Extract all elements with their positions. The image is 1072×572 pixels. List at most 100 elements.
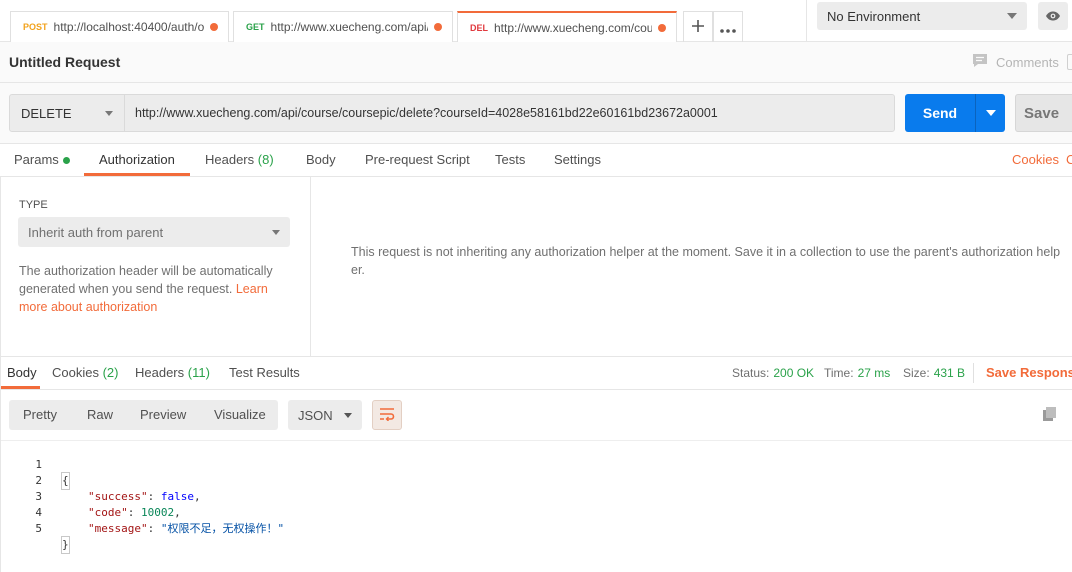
tab-method-label: GET xyxy=(246,22,265,32)
response-status: Status: 200 OK xyxy=(732,366,814,380)
copy-response-button[interactable] xyxy=(1041,405,1059,426)
tab-url-label: http://localhost:40400/auth/o… xyxy=(53,20,204,34)
code-line: 3 "code": 10002, xyxy=(0,473,180,519)
view-visualize-button[interactable]: Visualize xyxy=(214,407,266,422)
json-key: "code" xyxy=(88,506,128,519)
code-text: "success": false, xyxy=(88,490,201,503)
tab-label: Params xyxy=(14,152,59,167)
request-tab-delete[interactable]: DEL http://www.xuecheng.com/cou… xyxy=(457,11,677,42)
authorization-panel: TYPE Inherit auth from parent The author… xyxy=(0,177,1072,357)
send-options-button[interactable] xyxy=(975,94,1005,132)
response-toolbar: Pretty Raw Preview Visualize JSON xyxy=(0,390,1072,440)
code-brace: } xyxy=(61,536,70,554)
tab-url-label: http://www.xuecheng.com/cou… xyxy=(494,20,652,35)
environment-label: No Environment xyxy=(827,8,921,24)
code-line: 1 { xyxy=(0,441,70,490)
auth-type-select[interactable]: Inherit auth from parent xyxy=(18,217,290,247)
line-number: 5 xyxy=(35,522,42,535)
status-label: Status: xyxy=(732,366,770,380)
comment-icon xyxy=(972,53,988,71)
json-key: "success" xyxy=(88,490,148,503)
code-brace: { xyxy=(61,472,70,490)
tab-response-cookies[interactable]: Cookies (2) xyxy=(52,365,118,380)
tab-url-label: http://www.xuecheng.com/api/… xyxy=(270,20,428,34)
tab-method-label: POST xyxy=(23,22,48,32)
wrap-lines-button[interactable] xyxy=(372,400,402,430)
response-tabs: Body Cookies (2) Headers (11) Test Resul… xyxy=(0,357,1072,390)
tab-count: (11) xyxy=(187,365,210,380)
wrap-lines-icon xyxy=(379,407,395,424)
json-key: "message" xyxy=(88,522,148,535)
status-value[interactable]: 200 OK xyxy=(773,366,814,380)
json-value: "权限不足，无权操作！" xyxy=(160,522,285,535)
time-value[interactable]: 27 ms xyxy=(858,366,891,380)
request-config-tabs: Params Authorization Headers (8) Body Pr… xyxy=(0,144,1072,177)
tabbar-divider xyxy=(806,0,807,42)
tab-response-body[interactable]: Body xyxy=(7,365,37,380)
size-label: Size: xyxy=(903,366,930,380)
view-preview-button[interactable]: Preview xyxy=(140,407,186,422)
tab-count: (2) xyxy=(102,365,119,380)
response-format-value: JSON xyxy=(298,407,333,423)
active-tab-indicator xyxy=(0,386,40,389)
tab-tests[interactable]: Tests xyxy=(495,152,525,167)
more-tabs-button[interactable] xyxy=(713,11,743,42)
chevron-down-icon xyxy=(272,229,280,235)
request-tab-get[interactable]: GET http://www.xuecheng.com/api/… xyxy=(233,11,453,42)
url-input[interactable] xyxy=(124,94,895,132)
time-label: Time: xyxy=(824,366,854,380)
comments-label: Comments xyxy=(996,54,1059,70)
save-button[interactable]: Save xyxy=(1015,94,1072,132)
response-time: Time: 27 ms xyxy=(824,366,890,380)
status-divider xyxy=(973,363,974,383)
url-row: DELETE Send Save xyxy=(0,83,1072,144)
unsaved-dot-icon xyxy=(434,23,442,31)
tab-authorization[interactable]: Authorization xyxy=(99,152,175,167)
code-text: "code": 10002, xyxy=(88,506,181,519)
request-tab-post[interactable]: POST http://localhost:40400/auth/o… xyxy=(10,11,229,42)
size-value[interactable]: 431 B xyxy=(934,366,965,380)
auth-inherit-message: This request is not inheriting any autho… xyxy=(351,245,1061,277)
tab-method-label: DEL xyxy=(470,22,488,33)
active-tab-indicator xyxy=(84,173,190,176)
code-text: "message": "权限不足，无权操作！" xyxy=(88,522,285,535)
auth-type-value: Inherit auth from parent xyxy=(28,224,164,240)
json-comma: , xyxy=(193,490,201,503)
auth-type-column: TYPE Inherit auth from parent The author… xyxy=(0,177,311,357)
tab-response-headers[interactable]: Headers (11) xyxy=(135,365,210,380)
response-size: Size: 431 B xyxy=(903,366,965,380)
http-method-select[interactable]: DELETE xyxy=(9,94,125,132)
save-response-button[interactable]: Save Response xyxy=(986,365,1072,380)
send-button[interactable]: Send xyxy=(905,94,975,132)
request-title[interactable]: Untitled Request xyxy=(9,54,120,70)
cookies-link[interactable]: Cookies xyxy=(1012,152,1059,167)
tab-headers[interactable]: Headers (8) xyxy=(205,152,274,167)
tab-label: Cookies xyxy=(52,365,99,380)
response-body-code[interactable]: 1 { 2 "success": false, 3 "code": 10002,… xyxy=(0,440,1072,572)
new-tab-button[interactable] xyxy=(683,11,713,42)
eye-icon xyxy=(1045,9,1061,24)
comments-button[interactable]: Comments xyxy=(972,53,1072,71)
tab-prerequest-script[interactable]: Pre-request Script xyxy=(365,152,470,167)
json-value: false xyxy=(160,490,194,503)
more-dots-icon xyxy=(720,16,736,39)
environment-select[interactable]: No Environment xyxy=(817,2,1027,30)
auth-help-text: The authorization header will be automat… xyxy=(19,262,289,316)
code-line: 5 } xyxy=(0,505,70,554)
view-pretty-button[interactable]: Pretty xyxy=(23,407,57,422)
tab-settings[interactable]: Settings xyxy=(554,152,601,167)
auth-help-description: The authorization header will be automat… xyxy=(19,264,273,296)
code-link[interactable]: C xyxy=(1066,152,1072,167)
chevron-down-icon xyxy=(344,412,352,418)
view-raw-button[interactable]: Raw xyxy=(87,407,113,422)
copy-icon xyxy=(1041,407,1059,426)
tab-test-results[interactable]: Test Results xyxy=(229,365,300,380)
tab-params[interactable]: Params xyxy=(14,152,70,167)
environment-quick-look-button[interactable] xyxy=(1038,2,1068,30)
auth-type-label: TYPE xyxy=(19,199,48,211)
response-format-select[interactable]: JSON xyxy=(288,400,362,430)
chevron-down-icon xyxy=(105,110,113,116)
tab-body[interactable]: Body xyxy=(306,152,336,167)
json-comma: , xyxy=(174,506,181,519)
tab-label: Headers xyxy=(205,152,255,167)
